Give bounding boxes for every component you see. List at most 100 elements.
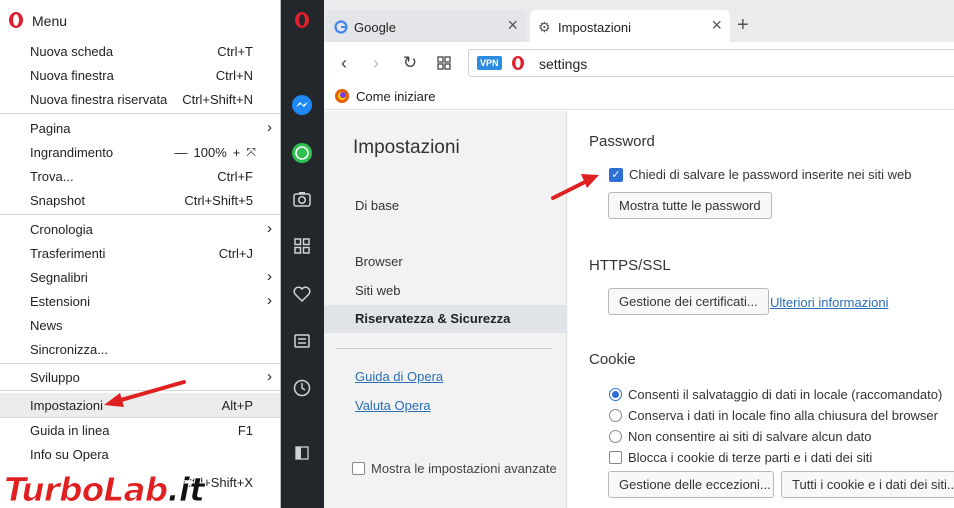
chevron-right-icon: ›	[267, 368, 272, 385]
close-icon[interactable]: ×	[507, 15, 518, 36]
manage-certificates-button[interactable]: Gestione dei certificati...	[608, 288, 769, 315]
gear-icon: ⚙	[538, 19, 551, 35]
zoom-in-button[interactable]: +	[233, 145, 241, 160]
menu-item-help[interactable]: Guida in linea F1	[0, 418, 280, 442]
https-section-title: HTTPS/SSL	[589, 257, 671, 274]
menu-item-shortcut: Ctrl+Shift+N	[182, 92, 253, 107]
menu-item-label: News	[30, 318, 63, 333]
zoom-controls: — 100% + ⤧	[175, 145, 256, 160]
speed-dial-icon[interactable]	[290, 234, 314, 258]
menu-item-about[interactable]: Info su Opera	[0, 442, 280, 466]
cookie-option-session[interactable]: Conserva i dati in locale fino alla chiu…	[609, 408, 938, 423]
opera-logo-icon[interactable]	[290, 8, 314, 32]
chevron-right-icon: ›	[267, 119, 272, 136]
bookmark-item[interactable]: Come iniziare	[334, 88, 435, 104]
menu-item-sync[interactable]: Sincronizza...	[0, 337, 280, 361]
cookie-option-allow[interactable]: Consenti il salvataggio di dati in local…	[609, 387, 942, 402]
menu-item-label: Nuova finestra	[30, 68, 114, 83]
nav-label: Siti web	[355, 283, 401, 298]
chevron-right-icon: ›	[267, 292, 272, 309]
arrow-annotation-icon	[551, 174, 599, 200]
back-button[interactable]: ‹	[332, 51, 356, 75]
new-tab-button[interactable]: +	[737, 14, 749, 37]
divider	[336, 348, 552, 349]
radio[interactable]	[609, 430, 622, 443]
watermark-text: .it	[167, 470, 206, 508]
close-icon[interactable]: ×	[711, 15, 722, 36]
menu-item-snapshot[interactable]: Snapshot Ctrl+Shift+5	[0, 188, 280, 212]
option-label: Non consentire ai siti di salvare alcun …	[628, 429, 872, 444]
tab-google[interactable]: Google ×	[326, 10, 526, 42]
checkbox-checked[interactable]: ✓	[609, 167, 623, 182]
nav-label: Riservatezza & Sicurezza	[355, 311, 511, 326]
zoom-value: 100%	[193, 145, 227, 160]
manage-exceptions-button[interactable]: Gestione delle eccezioni...	[608, 471, 774, 498]
address-bar[interactable]: VPN settings	[468, 49, 954, 77]
opera-sidebar	[281, 0, 324, 508]
rate-opera-link[interactable]: Valuta Opera	[355, 398, 431, 413]
show-passwords-button[interactable]: Mostra tutte le password	[608, 192, 772, 219]
menu-item-label: Sincronizza...	[30, 342, 109, 357]
menu-item-shortcut: Alt+P	[221, 398, 253, 413]
menu-item-downloads[interactable]: Trasferimenti Ctrl+J	[0, 241, 280, 265]
menu-separator	[0, 113, 280, 114]
vpn-badge[interactable]: VPN	[477, 56, 502, 70]
settings-nav-browser[interactable]: Browser	[324, 248, 567, 276]
menu-item-news[interactable]: News	[0, 313, 280, 337]
tab-label: Impostazioni	[558, 20, 631, 35]
radio[interactable]	[609, 409, 622, 422]
advanced-settings-toggle[interactable]: Mostra le impostazioni avanzate	[352, 461, 557, 476]
radio-selected[interactable]	[609, 388, 622, 401]
menu-item-shortcut: Ctrl+J	[218, 246, 253, 261]
menu-item-bookmarks[interactable]: Segnalibri ›	[0, 265, 280, 289]
menu-item-page[interactable]: Pagina ›	[0, 116, 280, 140]
tabs-grid-button[interactable]	[432, 51, 456, 75]
screenshot-root: { "menu": { "title": "Menu", "items": [ …	[0, 0, 954, 508]
menu-item-private-window[interactable]: Nuova finestra riservata Ctrl+Shift+N	[0, 87, 280, 111]
cookie-option-block[interactable]: Non consentire ai siti di salvare alcun …	[609, 429, 872, 444]
menu-header[interactable]: Menu	[0, 0, 280, 36]
settings-content: Password ✓ Chiedi di salvare le password…	[568, 111, 954, 508]
block-third-party-option[interactable]: Blocca i cookie di terze parti e i dati …	[609, 450, 872, 465]
opera-help-link[interactable]: Guida di Opera	[355, 369, 443, 384]
checkbox[interactable]	[609, 451, 622, 464]
settings-nav-websites[interactable]: Siti web	[324, 277, 567, 305]
menu-item-shortcut: Ctrl+N	[215, 68, 253, 83]
heart-icon[interactable]	[290, 282, 314, 306]
toolbar: ‹ › ↻ VPN settings	[324, 42, 954, 84]
menu-item-label: Nuova scheda	[30, 44, 114, 59]
messenger-icon[interactable]	[290, 93, 314, 117]
settings-nav-basic[interactable]: Di base	[324, 192, 567, 220]
sidebar-toggle-icon[interactable]	[290, 441, 314, 465]
all-cookies-button[interactable]: Tutti i cookie e i dati dei siti...	[781, 471, 954, 498]
settings-nav-privacy[interactable]: Riservatezza & Sicurezza	[324, 305, 567, 333]
save-password-option[interactable]: ✓ Chiedi di salvare le password inserite…	[609, 167, 912, 182]
menu-item-history[interactable]: Cronologia ›	[0, 217, 280, 241]
bookmark-label: Come iniziare	[356, 88, 436, 104]
menu-item-extensions[interactable]: Estensioni ›	[0, 289, 280, 313]
menu-item-find[interactable]: Trova... Ctrl+F	[0, 164, 280, 188]
turbolab-watermark: TurboLab.it	[3, 470, 206, 508]
menu-item-shortcut: Ctrl+T	[217, 44, 253, 59]
reload-button[interactable]: ↻	[398, 51, 422, 75]
menu-item-new-window[interactable]: Nuova finestra Ctrl+N	[0, 63, 280, 87]
more-info-link[interactable]: Ulteriori informazioni	[770, 295, 888, 310]
checkbox[interactable]	[352, 462, 365, 475]
clock-icon[interactable]	[290, 376, 314, 400]
news-icon[interactable]	[290, 329, 314, 353]
forward-button[interactable]: ›	[364, 51, 388, 75]
whatsapp-icon[interactable]	[290, 141, 314, 165]
tab-settings[interactable]: ⚙ Impostazioni ×	[530, 10, 730, 42]
watermark-text: Lab	[103, 470, 169, 508]
menu-item-label: Trova...	[30, 169, 74, 184]
zoom-out-button[interactable]: —	[175, 145, 188, 160]
chevron-right-icon: ›	[267, 220, 272, 237]
menu-item-label: Guida in linea	[30, 423, 110, 438]
menu-item-new-tab[interactable]: Nuova scheda Ctrl+T	[0, 39, 280, 63]
fullscreen-icon[interactable]: ⤧	[246, 145, 256, 160]
camera-icon[interactable]	[290, 187, 314, 211]
password-section-title: Password	[589, 133, 655, 150]
grid-icon	[437, 56, 451, 70]
menu-item-label: Nuova finestra riservata	[30, 92, 168, 107]
menu-item-label: Ingrandimento	[30, 145, 114, 160]
